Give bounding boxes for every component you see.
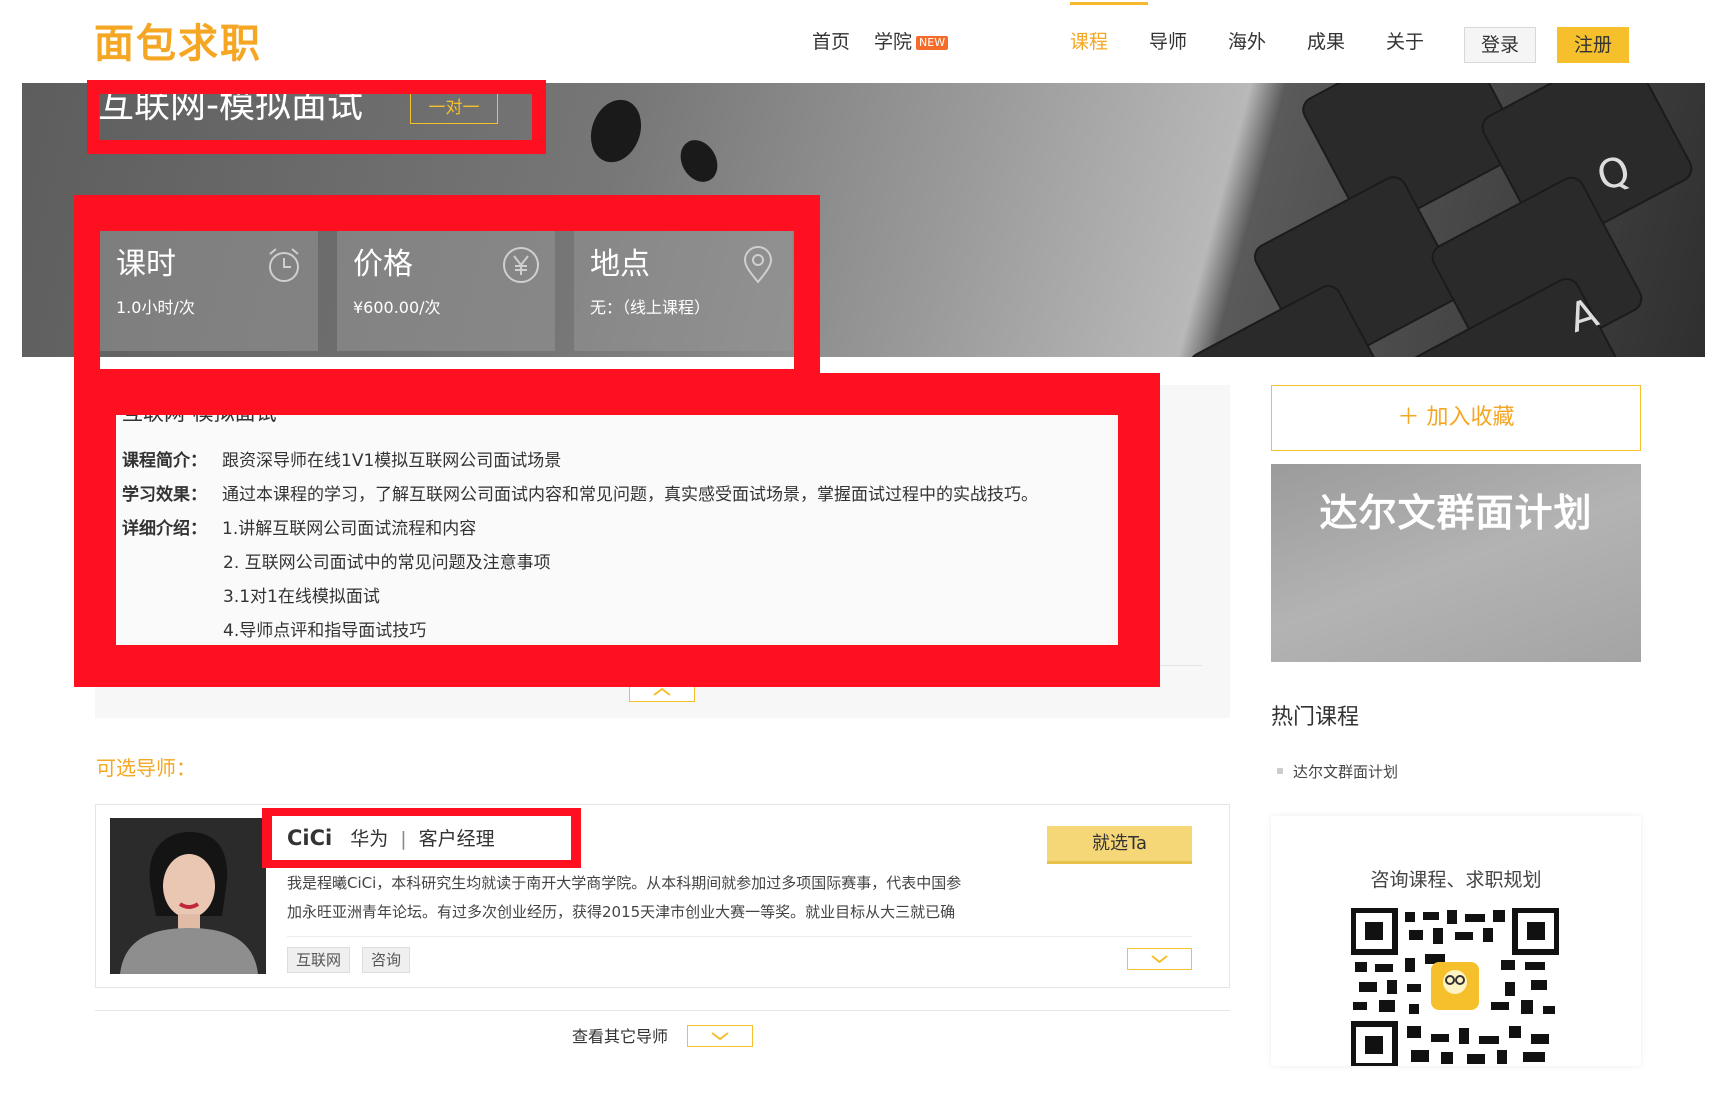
nav-item-about[interactable]: 关于: [1386, 30, 1424, 54]
nav-item-academy[interactable]: 学院 NEW: [874, 30, 949, 54]
hot-courses-title: 热门课程: [1271, 705, 1360, 730]
chevron-down-icon: [711, 1032, 729, 1041]
chevron-down-icon: [1151, 955, 1168, 964]
nav-active-indicator: [1070, 2, 1148, 5]
nav-item-mentors[interactable]: 导师: [1149, 30, 1187, 54]
add-favorite-button[interactable]: ＋ 加入收藏: [1271, 385, 1641, 451]
login-button[interactable]: 登录: [1464, 27, 1536, 63]
mentors-divider: [95, 1010, 1230, 1011]
qr-code-icon: [1351, 908, 1559, 1066]
register-button[interactable]: 注册: [1557, 27, 1629, 63]
nav-item-home[interactable]: 首页: [812, 30, 850, 54]
annotation-frame: [262, 808, 581, 868]
more-mentors-link[interactable]: 查看其它导师: [572, 1026, 668, 1048]
nav-item-results[interactable]: 成果: [1307, 30, 1345, 54]
annotation-frame: [74, 373, 1160, 687]
top-nav-bar: 面包求职 首页 学院 NEW 课程 导师 海外 成果 关于 登录 注册: [22, 0, 1705, 83]
qr-card-title: 咨询课程、求职规划: [1370, 869, 1542, 891]
mentor-card-divider: [287, 936, 1192, 937]
nav-item-academy-label: 学院: [874, 31, 913, 53]
expand-mentor-button[interactable]: [1127, 948, 1192, 970]
annotation-frame: [74, 195, 820, 377]
mentor-description-line: 我是程曦CiCi，本科研究生均就读于南开大学商学院。从本科期间就参加过多项国际赛…: [287, 874, 962, 892]
nav-item-courses[interactable]: 课程: [1070, 30, 1108, 54]
mentors-section-label: 可选导师：: [96, 756, 196, 780]
annotation-frame: [87, 80, 546, 154]
hot-course-label: 达尔文群面计划: [1293, 763, 1399, 781]
hot-course-item[interactable]: 达尔文群面计划: [1277, 762, 1398, 782]
nav-item-overseas[interactable]: 海外: [1228, 30, 1266, 54]
mentor-description-line: 加永旺亚洲青年论坛。有过多次创业经历，获得2015天津市创业大赛一等奖。就业目标…: [287, 903, 956, 921]
more-mentors-button[interactable]: [687, 1025, 753, 1047]
choose-mentor-button[interactable]: 就选Ta: [1047, 826, 1192, 864]
mentor-avatar-illustration: [110, 818, 266, 974]
mentor-tag: 咨询: [362, 947, 411, 973]
new-badge: NEW: [916, 36, 949, 50]
promo-banner-title: 达尔文群面计划: [1319, 491, 1593, 535]
promo-banner[interactable]: 达尔文群面计划: [1271, 464, 1641, 662]
consult-qr-card: 咨询课程、求职规划: [1271, 816, 1641, 1066]
mentor-avatar[interactable]: [110, 818, 266, 974]
coffee-bean-shape: [582, 92, 650, 170]
coffee-bean-shape: [673, 133, 725, 189]
list-bullet-icon: [1277, 768, 1283, 774]
page: 面包求职 首页 学院 NEW 课程 导师 海外 成果 关于 登录 注册 Q A 互…: [0, 0, 1726, 1099]
main-nav: 首页 学院 NEW 课程 导师 海外 成果 关于: [22, 0, 1705, 83]
mentor-tag: 互联网: [287, 947, 351, 973]
